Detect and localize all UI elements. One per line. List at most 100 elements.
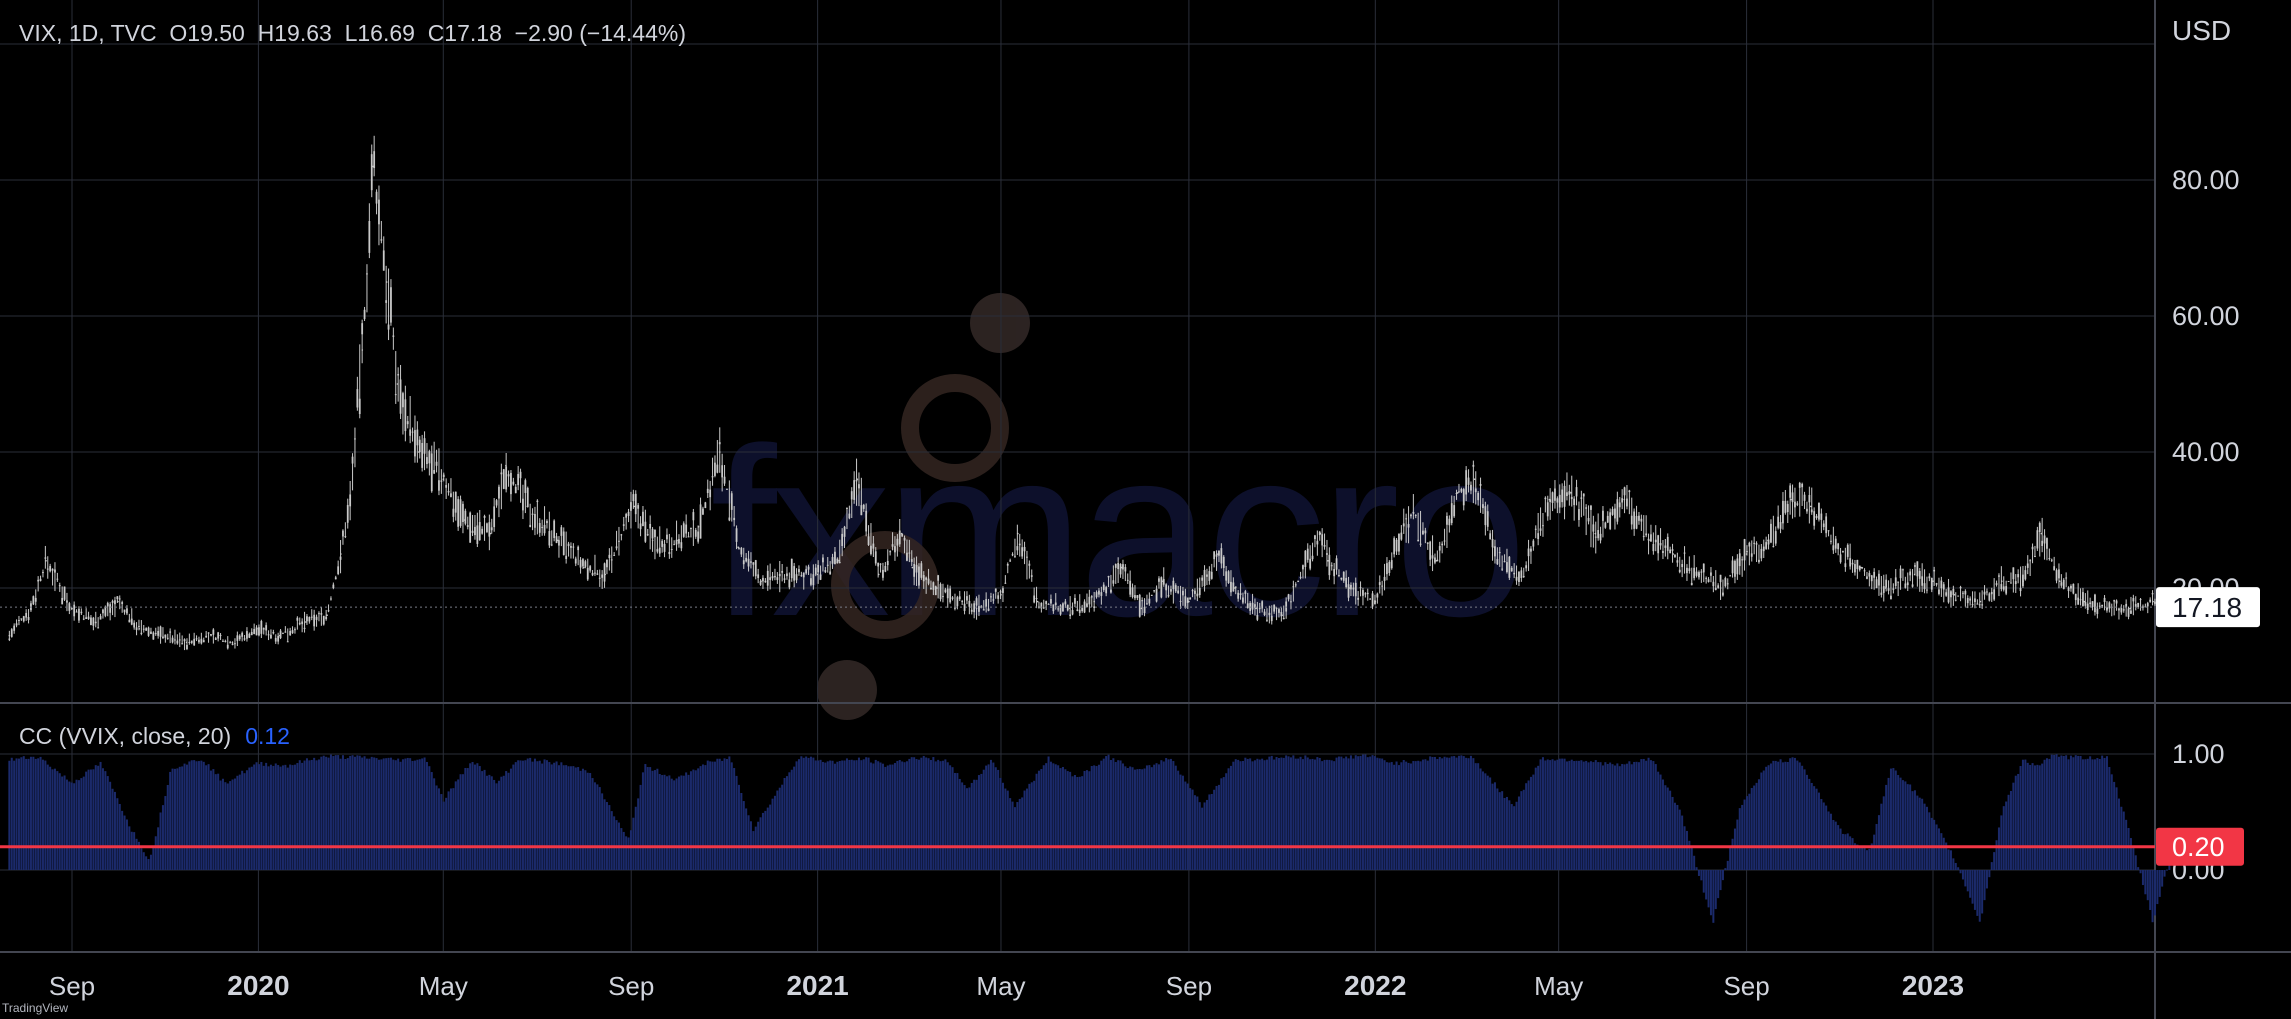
price-candle: [507, 474, 510, 477]
price-point: [1162, 580, 1164, 582]
price-point: [1649, 539, 1652, 542]
price-candle: [867, 536, 870, 545]
price-point: [1672, 553, 1675, 555]
price-candle: [1093, 606, 1096, 608]
histogram-bar: [1097, 764, 1100, 870]
price-candle: [1844, 563, 1847, 568]
histogram-bar: [536, 761, 539, 870]
price-candle: [435, 461, 438, 466]
price-candle: [373, 151, 376, 169]
price-candle: [1371, 593, 1374, 607]
price-point: [1837, 546, 1840, 548]
price-candle: [1846, 544, 1849, 557]
price-candle: [726, 488, 728, 490]
histogram-bar: [1407, 762, 1410, 870]
histogram-bar: [855, 760, 858, 870]
histogram-bar: [613, 816, 616, 870]
price-candle: [1818, 502, 1820, 520]
price-candle: [1126, 579, 1129, 581]
histogram-bar: [1258, 759, 1261, 870]
price-candle: [339, 556, 342, 560]
histogram-bar: [1515, 801, 1518, 870]
time-axis-tick-label: May: [1534, 971, 1583, 1001]
histogram-bar: [399, 761, 402, 870]
histogram-bar: [1738, 808, 1741, 870]
histogram-bar: [10, 757, 13, 870]
price-candle: [586, 567, 589, 580]
price-candle: [522, 498, 524, 511]
price-candle: [1155, 588, 1158, 602]
price-candle: [896, 538, 899, 546]
price-candle: [1842, 551, 1844, 553]
histogram-bar: [1573, 761, 1576, 870]
price-candle: [2118, 608, 2120, 611]
price-candle: [824, 570, 827, 573]
price-candle: [903, 537, 906, 541]
price-candle: [855, 479, 858, 482]
histogram-bar: [1714, 870, 1717, 910]
histogram-bar: [1757, 779, 1760, 870]
price-candle: [1258, 608, 1261, 610]
price-candle: [2010, 582, 2012, 584]
histogram-bar: [320, 756, 323, 870]
histogram-bar: [1196, 796, 1199, 870]
price-candle: [1028, 563, 1031, 566]
histogram-bar: [809, 756, 812, 870]
price-candle: [133, 622, 136, 628]
histogram-bar: [881, 763, 884, 870]
price-candle: [906, 552, 908, 561]
histogram-bar: [579, 770, 582, 870]
price-candle: [1158, 578, 1160, 582]
price-candle: [385, 300, 388, 303]
histogram-bar: [351, 755, 354, 870]
price-candle: [1407, 524, 1410, 528]
price-candle: [1544, 497, 1547, 500]
price-candle: [1914, 565, 1916, 567]
histogram-bar: [584, 770, 587, 870]
price-candle: [1206, 574, 1208, 577]
price-candle: [1947, 587, 1950, 603]
price-candle: [224, 640, 227, 642]
price-candle: [121, 602, 124, 605]
price-candle: [1964, 590, 1967, 595]
price-candle: [176, 640, 179, 644]
histogram-bar: [1498, 792, 1501, 870]
price-candle: [1042, 607, 1045, 609]
price-candle: [685, 524, 688, 534]
price-candle: [73, 604, 76, 617]
histogram-bar: [1640, 759, 1643, 870]
price-point: [856, 478, 859, 481]
histogram-bar: [1241, 760, 1244, 870]
histogram-bar: [495, 783, 498, 870]
watermark-dot-bottom: [817, 660, 877, 720]
price-point: [385, 281, 388, 283]
histogram-bar: [171, 768, 174, 870]
price-candle: [886, 560, 889, 566]
histogram-bar: [197, 761, 200, 870]
price-candle: [428, 451, 431, 464]
price-candle: [1645, 533, 1648, 536]
histogram-bar: [1601, 765, 1604, 870]
histogram-bar: [332, 756, 335, 870]
price-candle: [1918, 570, 1921, 579]
price-candle: [754, 560, 757, 577]
histogram-bar: [785, 776, 788, 870]
price-candle: [1746, 551, 1748, 553]
price-candle: [524, 480, 527, 493]
histogram-bar: [1606, 763, 1609, 870]
price-candle: [1839, 554, 1842, 563]
histogram-bar: [521, 760, 524, 870]
histogram-bar: [2045, 758, 2048, 870]
price-candle: [416, 429, 419, 446]
price-candle: [318, 613, 320, 615]
price-candle: [574, 558, 577, 564]
price-point: [138, 628, 141, 630]
price-candle: [1482, 504, 1484, 509]
histogram-bar: [1025, 788, 1028, 870]
price-candle: [810, 578, 812, 585]
histogram-bar: [821, 761, 824, 870]
histogram-bar: [2050, 754, 2053, 870]
histogram-bar: [365, 758, 368, 870]
chart-canvas[interactable]: fxmacro USD20.0040.0060.0080.000.001.001…: [0, 0, 2291, 1019]
histogram-bar: [694, 770, 697, 870]
